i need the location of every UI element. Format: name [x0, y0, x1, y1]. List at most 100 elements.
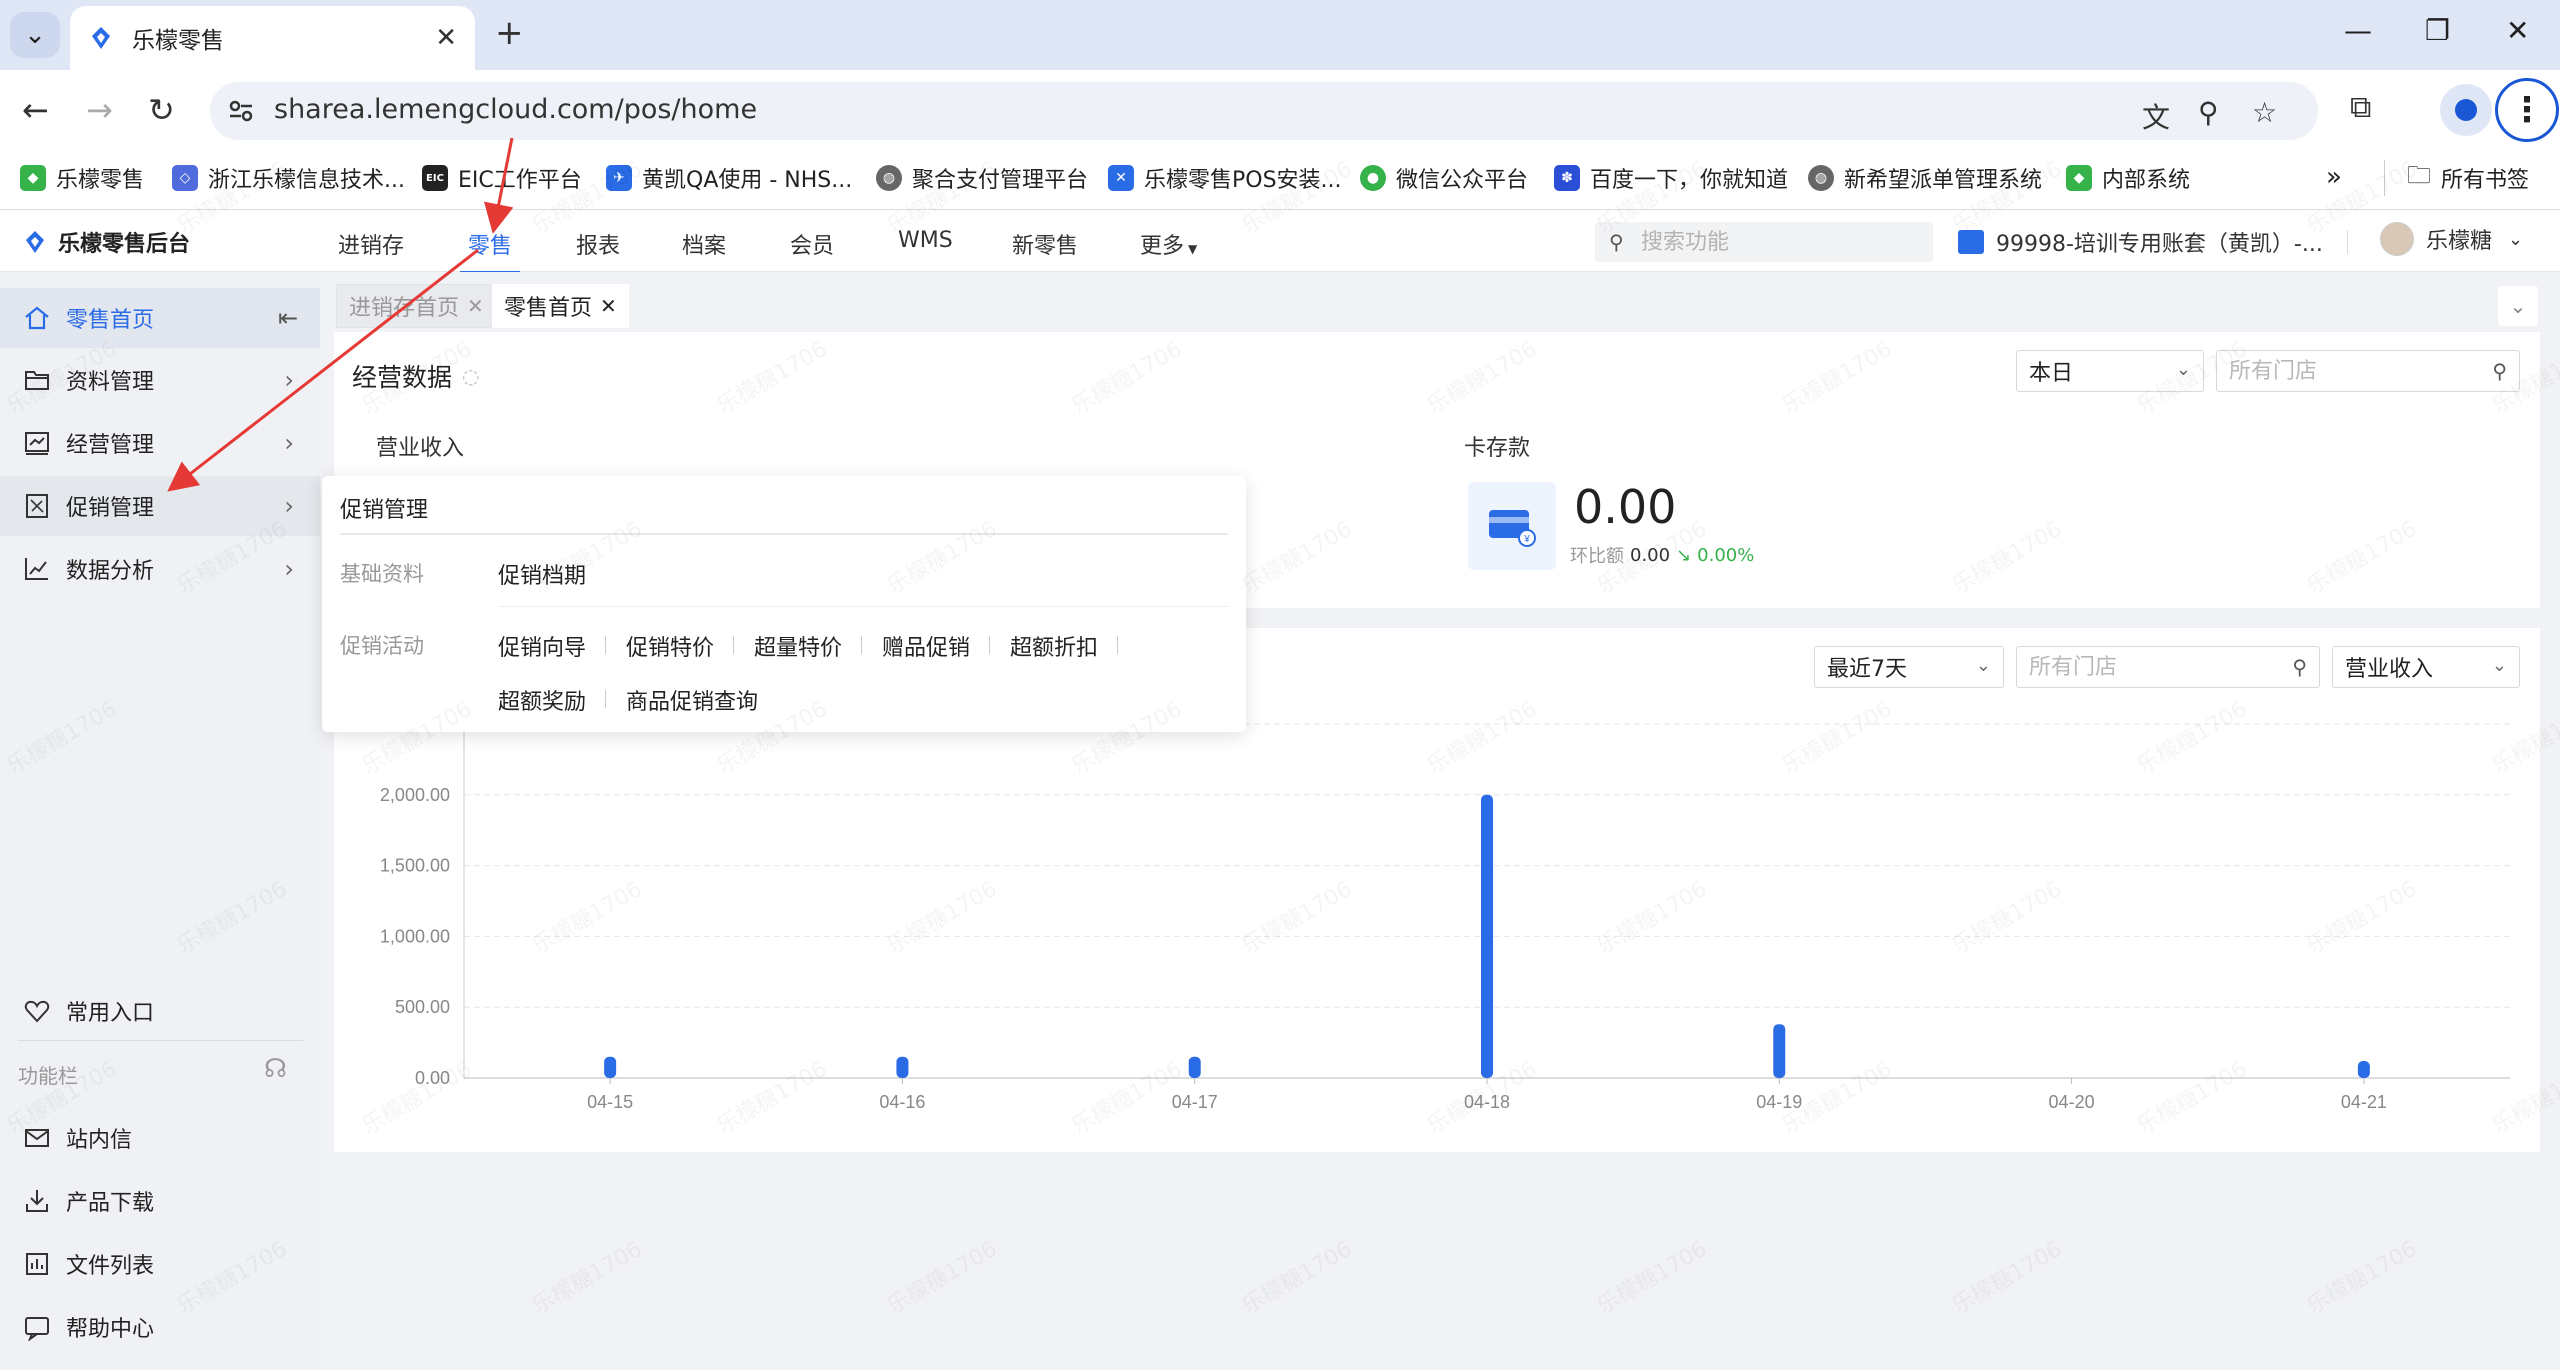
new-tab-button[interactable]: + [495, 16, 524, 50]
chart-bar[interactable] [1188, 1056, 1201, 1078]
nav-members[interactable]: 会员 [790, 228, 834, 260]
bookmark-favicon-icon: ◆ [2066, 165, 2092, 191]
bookmark-item[interactable]: ● 微信公众平台 [1360, 162, 1528, 194]
y-tick-label: 2,000.00 [380, 785, 450, 805]
link-promotion-schedule[interactable]: 促销档期 [498, 558, 586, 590]
credit-card-icon: ¥ [1468, 482, 1556, 570]
chart-bar[interactable] [2357, 1061, 2370, 1078]
sidebar-item-download[interactable]: 产品下载 [0, 1171, 320, 1231]
back-icon[interactable]: ← [22, 90, 49, 130]
function-search-input[interactable] [1641, 228, 1921, 256]
bookmark-item[interactable]: ◍ 聚合支付管理平台 [876, 162, 1088, 194]
sidebar-item-messages[interactable]: 站内信 [0, 1108, 320, 1168]
address-bar[interactable]: sharea.lemengcloud.com/pos/home ⽂ ⚲ ☆ [210, 82, 2318, 140]
link-excess-reward[interactable]: 超额奖励 [498, 684, 586, 716]
chart-bar[interactable] [1773, 1024, 1786, 1078]
store-search[interactable]: ⚲ [2216, 350, 2520, 392]
bookmark-item[interactable]: ✕ 乐檬零售POS安装... [1108, 162, 1342, 194]
bookmark-item[interactable]: ◍ 新希望派单管理系统 [1808, 162, 2042, 194]
bookmark-item[interactable]: ◆ 内部系统 [2066, 162, 2190, 194]
star-icon[interactable]: ☆ [2252, 96, 2277, 129]
bookmark-item[interactable]: ◇ 浙江乐檬信息技术... [172, 162, 405, 194]
bookmark-item[interactable]: EIC EIC工作平台 [422, 162, 582, 194]
sidebar-item-retail-home[interactable]: 零售首页 ⇤ [0, 288, 320, 348]
x-tick-label: 04-17 [1172, 1092, 1218, 1112]
sidebar-common-entry[interactable]: 常用入口 [0, 981, 320, 1041]
chart-bar[interactable] [896, 1056, 909, 1078]
refresh-icon[interactable]: ◌ [462, 364, 479, 388]
chevron-right-icon: › [284, 366, 294, 394]
sidebar-item-promotion-management[interactable]: 促销管理 › [0, 476, 320, 536]
zoom-icon[interactable]: ⚲ [2198, 96, 2219, 129]
bookmark-item[interactable]: ✽ 百度一下，你就知道 [1554, 162, 1788, 194]
main-content: 进销存首页✕ 零售首页✕ ⌄ 经营数据◌ 本日⌄ ⚲ 营业收入 卡存款 ¥ 0.… [320, 272, 2560, 1370]
link-special-price[interactable]: 促销特价 [626, 630, 714, 662]
x-tick-label: 04-19 [1756, 1092, 1802, 1112]
profile-avatar[interactable] [2440, 84, 2492, 136]
nav-wms[interactable]: WMS [898, 228, 953, 253]
chevron-down-icon: ⌄ [1975, 655, 1991, 676]
sidebar-item-file-list[interactable]: 文件列表 [0, 1234, 320, 1294]
function-search[interactable]: ⚲ [1595, 222, 1933, 262]
extensions-icon[interactable]: ⧉ [2350, 90, 2371, 125]
bookmark-item[interactable]: ✈ 黄凯QA使用 - NHS... [606, 162, 852, 194]
app-logo[interactable]: 乐檬零售后台 [22, 226, 190, 258]
store-search-input[interactable] [2229, 357, 2471, 385]
x-tick-label: 04-21 [2341, 1092, 2387, 1112]
tab-search-button[interactable]: ⌄ [10, 12, 60, 58]
sidebar-item-data-management[interactable]: 资料管理 › [0, 350, 320, 410]
kebab-icon: ⋮ [2510, 90, 2544, 130]
more-bookmarks-icon[interactable]: » [2326, 162, 2342, 192]
all-bookmarks[interactable]: 🗀 所有书签 [2384, 160, 2529, 196]
y-tick-label: 0.00 [415, 1068, 450, 1088]
close-icon[interactable]: ✕ [467, 294, 484, 318]
nav-retail[interactable]: 零售 [459, 228, 521, 274]
translate-icon[interactable]: ⽂ [2142, 96, 2170, 136]
reload-icon[interactable]: ↻ [148, 90, 175, 130]
lemeng-logo-icon [26, 231, 44, 253]
sidebar-item-help-center[interactable]: 帮助中心 [0, 1297, 320, 1357]
divider [2347, 230, 2348, 254]
file-list-icon [22, 1249, 52, 1279]
link-gift-promotion[interactable]: 赠品促销 [882, 630, 970, 662]
nav-inventory[interactable]: 进销存 [338, 228, 404, 260]
browser-tab[interactable]: 乐檬零售 ✕ [70, 6, 475, 70]
user-menu[interactable]: 乐檬糖 ⌄ [2380, 222, 2523, 256]
nav-more[interactable]: 更多 ▼ [1140, 228, 1197, 260]
link-product-promotion-query[interactable]: 商品促销查询 [626, 684, 758, 716]
nav-reports[interactable]: 报表 [576, 228, 620, 260]
period-select[interactable]: 本日 ⌄ [2016, 350, 2204, 392]
close-window-icon[interactable]: ✕ [2506, 14, 2529, 47]
wechat-icon: ● [1360, 165, 1386, 191]
tab-retail-home[interactable]: 零售首页 ✕ [492, 284, 629, 328]
forward-icon[interactable]: → [86, 90, 113, 130]
tab-inventory-home[interactable]: 进销存首页 ✕ [336, 284, 497, 328]
trend-period-select[interactable]: 最近7天 ⌄ [1814, 646, 2004, 688]
tabs-dropdown-icon[interactable]: ⌄ [2498, 286, 2538, 326]
link-promotion-wizard[interactable]: 促销向导 [498, 630, 586, 662]
close-tab-icon[interactable]: ✕ [435, 23, 457, 53]
bookmark-item[interactable]: ◆ 乐檬零售 [20, 162, 144, 194]
chart-box-icon [22, 428, 52, 458]
minimize-icon[interactable]: — [2344, 14, 2372, 47]
chart-bar[interactable] [604, 1056, 617, 1078]
chart-bar[interactable] [1481, 794, 1493, 1078]
trend-store-search-input[interactable] [2029, 653, 2271, 681]
sidebar-item-business-management[interactable]: 经营管理 › [0, 413, 320, 473]
sidebar-item-data-analysis[interactable]: 数据分析 › [0, 539, 320, 599]
nav-new-retail[interactable]: 新零售 [1012, 228, 1078, 260]
link-volume-special-price[interactable]: 超量特价 [754, 630, 842, 662]
trend-store-search[interactable]: ⚲ [2016, 646, 2320, 688]
close-icon[interactable]: ✕ [600, 294, 617, 318]
site-settings-icon[interactable] [226, 96, 256, 126]
account-selector[interactable]: 99998-培训专用账套（黄凯）-... [1958, 226, 2323, 258]
x-tick-label: 04-18 [1464, 1092, 1510, 1112]
bookmarks-bar: ◆ 乐檬零售 ◇ 浙江乐檬信息技术... EIC EIC工作平台 ✈ 黄凯QA使用 - … [0, 150, 2560, 210]
browser-menu-button[interactable]: ⋮ [2495, 78, 2559, 142]
nav-archives[interactable]: 档案 [682, 228, 726, 260]
headset-icon[interactable]: ☊ [264, 1054, 287, 1084]
trend-metric-select[interactable]: 营业收入 ⌄ [2332, 646, 2520, 688]
collapse-sidebar-icon[interactable]: ⇤ [278, 304, 298, 332]
restore-icon[interactable]: ❐ [2425, 14, 2450, 47]
link-excess-discount[interactable]: 超额折扣 [1010, 630, 1098, 662]
